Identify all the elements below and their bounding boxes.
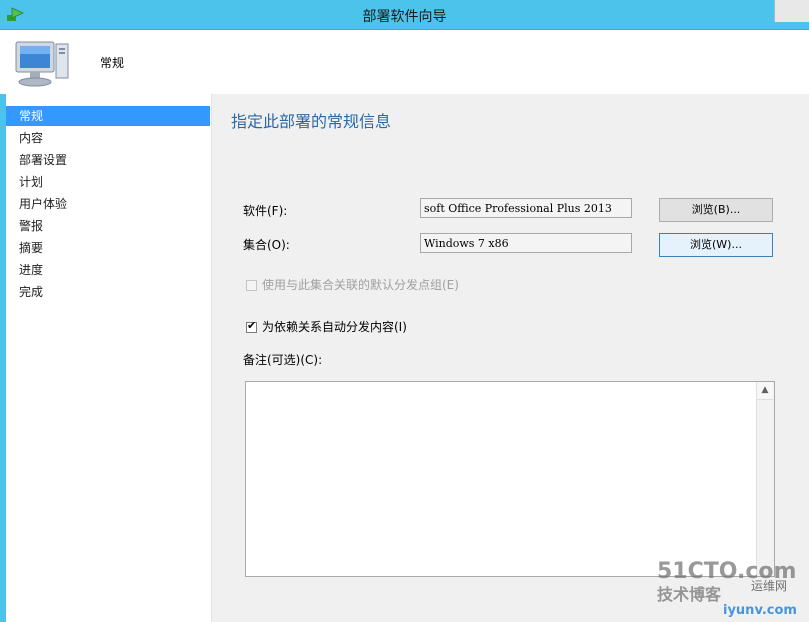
watermark-line4: iyunv.com [723, 603, 797, 618]
browse-software-button[interactable]: 浏览(B)... [659, 198, 773, 222]
nav-item-content[interactable]: 内容 [6, 128, 210, 148]
main-panel: 指定此部署的常规信息 软件(F): soft Office Profession… [212, 94, 809, 622]
software-field[interactable]: soft Office Professional Plus 2013 [420, 198, 632, 218]
nav-item-deployment-settings[interactable]: 部署设置 [6, 150, 210, 170]
nav-item-completion[interactable]: 完成 [6, 282, 210, 302]
wizard-nav: 常规 内容 部署设置 计划 用户体验 警报 摘要 进度 完成 [6, 94, 212, 622]
nav-item-schedule[interactable]: 计划 [6, 172, 210, 192]
wizard-header: 常规 [0, 30, 809, 95]
close-button[interactable] [774, 0, 809, 22]
auto-distribute-label: 为依赖关系自动分发内容(I) [262, 320, 407, 334]
comments-textarea[interactable]: ▲ [245, 381, 775, 577]
nav-item-progress[interactable]: 进度 [6, 260, 210, 280]
nav-item-general[interactable]: 常规 [6, 106, 210, 126]
collection-field[interactable]: Windows 7 x86 [420, 233, 632, 253]
checkmark-icon: ✔ [247, 319, 257, 332]
title-bar: 部署软件向导 [0, 0, 809, 30]
scroll-up-icon[interactable]: ▲ [757, 382, 773, 400]
nav-item-alerts[interactable]: 警报 [6, 216, 210, 236]
nav-item-user-experience[interactable]: 用户体验 [6, 194, 210, 214]
page-title: 常规 [100, 56, 125, 70]
software-label: 软件(F): [243, 204, 288, 218]
nav-item-summary[interactable]: 摘要 [6, 238, 210, 258]
watermark-logo: 51CTO.com 技术博客 运维网 iyunv.com [657, 559, 797, 618]
comments-label: 备注(可选)(C): [243, 353, 323, 367]
default-dp-checkbox[interactable] [246, 280, 257, 291]
window-title: 部署软件向导 [362, 9, 447, 25]
collection-label: 集合(O): [243, 238, 290, 252]
default-dp-option: 使用与此集合关联的默认分发点组(E) [246, 277, 459, 293]
computer-icon [15, 41, 69, 87]
watermark-line2: 技术博客 [657, 585, 722, 604]
watermark-line3: 运维网 [751, 579, 787, 593]
browse-collection-button[interactable]: 浏览(W)... [659, 233, 773, 257]
auto-distribute-option: ✔ 为依赖关系自动分发内容(I) [246, 319, 407, 335]
comments-scrollbar[interactable]: ▲ [756, 382, 774, 576]
section-heading: 指定此部署的常规信息 [231, 112, 392, 131]
default-dp-label: 使用与此集合关联的默认分发点组(E) [262, 278, 459, 292]
auto-distribute-checkbox[interactable]: ✔ [246, 319, 257, 333]
